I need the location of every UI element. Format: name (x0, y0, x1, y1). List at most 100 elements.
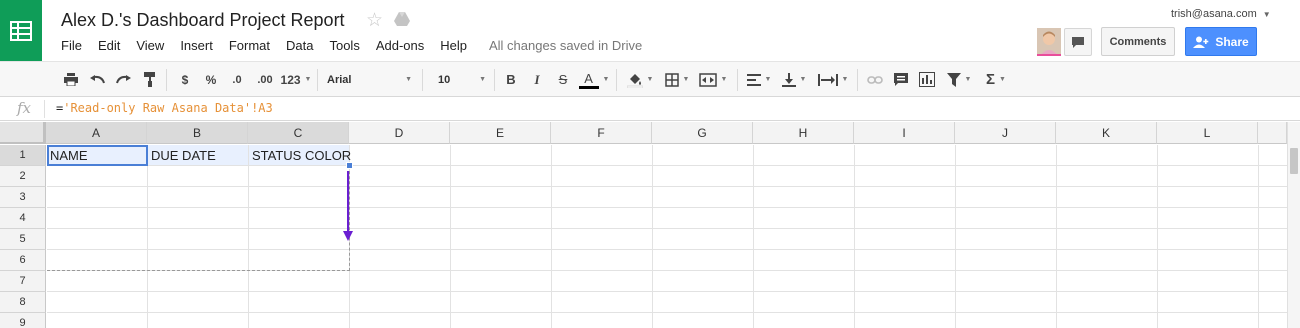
toolbar-divider (616, 69, 617, 91)
fill-handle[interactable] (346, 162, 353, 169)
toolbar-divider (494, 69, 495, 91)
percent-format-button[interactable]: % (203, 62, 219, 97)
chevron-down-icon: ▼ (720, 76, 728, 83)
row-header-4[interactable]: 4 (0, 208, 46, 229)
chevron-down-icon: ▼ (764, 76, 772, 83)
column-header-m[interactable] (1258, 122, 1287, 144)
horizontal-align-button[interactable]: ▼ (745, 62, 773, 97)
sheets-logo-icon[interactable] (0, 0, 42, 61)
merge-cells-icon (698, 72, 717, 87)
chevron-down-icon: ▼ (405, 76, 412, 83)
person-add-icon (1193, 36, 1209, 48)
avatar[interactable] (1037, 28, 1061, 56)
filter-button[interactable]: ▼ (943, 62, 975, 97)
column-header-l[interactable]: L (1157, 122, 1258, 144)
borders-button[interactable]: ▼ (662, 62, 692, 97)
cell-b1[interactable]: DUE DATE (151, 148, 216, 163)
row-header-8[interactable]: 8 (0, 292, 46, 313)
scrollbar-thumb[interactable] (1290, 148, 1298, 174)
menu-format[interactable]: Format (221, 37, 278, 54)
share-label: Share (1215, 34, 1249, 49)
column-header-h[interactable]: H (753, 122, 854, 144)
fill-color-button[interactable]: ▼ (624, 62, 656, 97)
row-header-9[interactable]: 9 (0, 313, 46, 328)
row-header-6[interactable]: 6 (0, 250, 46, 271)
currency-format-button[interactable]: $ (177, 62, 193, 97)
save-status[interactable]: All changes saved in Drive (489, 38, 642, 53)
paint-format-icon[interactable] (140, 62, 160, 97)
column-header-c[interactable]: C (248, 122, 349, 144)
increase-decimal-button[interactable]: .00 (253, 62, 277, 97)
strikethrough-button[interactable]: S (554, 62, 572, 97)
vertical-scrollbar[interactable] (1287, 122, 1300, 328)
text-color-button[interactable]: A ▼ (577, 62, 611, 97)
paint-bucket-icon (626, 73, 643, 88)
spreadsheet-app: Alex D.'s Dashboard Project Report ☆ Fil… (0, 0, 1300, 328)
cell-area[interactable]: NAME DUE DATE STATUS COLOR (47, 145, 1287, 328)
active-cell-a1[interactable] (47, 145, 148, 166)
row-header-7[interactable]: 7 (0, 271, 46, 292)
chevron-down-icon: ▼ (646, 76, 654, 83)
merge-cells-button[interactable]: ▼ (695, 62, 731, 97)
row-header-5[interactable]: 5 (0, 229, 46, 250)
gridline (1157, 145, 1158, 328)
drag-arrow-icon (343, 171, 353, 241)
column-header-a[interactable]: A (46, 122, 147, 144)
column-header-b[interactable]: B (147, 122, 248, 144)
account-switcher[interactable]: trish@asana.com ▼ (1171, 8, 1271, 20)
column-header-d[interactable]: D (349, 122, 450, 144)
number-format-dropdown[interactable]: 123 ▼ (278, 62, 314, 97)
menu-insert[interactable]: Insert (172, 37, 221, 54)
row-header-2[interactable]: 2 (0, 166, 46, 187)
insert-link-icon[interactable] (864, 62, 886, 97)
text-wrapping-button[interactable]: ▼ (815, 62, 851, 97)
share-button[interactable]: Share (1185, 27, 1257, 56)
functions-button[interactable]: Σ ▼ (981, 62, 1011, 97)
bold-button[interactable]: B (502, 62, 520, 97)
decrease-decimal-button[interactable]: .0 (226, 62, 248, 97)
chevron-down-icon: ▼ (964, 76, 972, 83)
cell-c1[interactable]: STATUS COLOR (252, 148, 351, 163)
column-header-e[interactable]: E (450, 122, 551, 144)
gridline (652, 145, 653, 328)
comments-button[interactable]: Comments (1101, 27, 1175, 56)
formula-input[interactable]: ='Read-only Raw Asana Data'!A3 (56, 101, 273, 115)
menu-file[interactable]: File (53, 37, 90, 54)
row-header-1[interactable]: 1 (0, 145, 46, 166)
gridline (1258, 145, 1259, 328)
row-header-3[interactable]: 3 (0, 187, 46, 208)
menu-addons[interactable]: Add-ons (368, 37, 432, 54)
star-icon[interactable]: ☆ (366, 9, 383, 32)
insert-chart-icon[interactable] (917, 62, 937, 97)
chevron-down-icon: ▼ (841, 76, 849, 83)
formula-reference: 'Read-only Raw Asana Data'!A3 (63, 101, 273, 115)
toolbar-divider (166, 69, 167, 91)
column-header-k[interactable]: K (1056, 122, 1157, 144)
select-all-corner[interactable] (0, 122, 46, 144)
column-header-i[interactable]: I (854, 122, 955, 144)
gridline (47, 312, 1287, 313)
gridline (551, 145, 552, 328)
menu-data[interactable]: Data (278, 37, 321, 54)
sheet-grid[interactable]: A B C D E F G H I J K L 1 2 3 4 5 6 7 8 … (0, 122, 1300, 328)
print-icon[interactable] (61, 62, 81, 97)
font-family-select[interactable]: Arial ▼ (327, 62, 412, 97)
column-header-j[interactable]: J (955, 122, 1056, 144)
insert-comment-icon[interactable] (891, 62, 911, 97)
column-header-g[interactable]: G (652, 122, 753, 144)
chevron-down-icon: ▼ (479, 76, 486, 83)
document-title[interactable]: Alex D.'s Dashboard Project Report (61, 10, 345, 31)
font-size-select[interactable]: 10 ▼ (438, 62, 486, 97)
undo-icon[interactable] (87, 62, 107, 97)
comment-history-button[interactable] (1064, 28, 1092, 56)
menu-tools[interactable]: Tools (321, 37, 367, 54)
column-header-f[interactable]: F (551, 122, 652, 144)
vertical-align-button[interactable]: ▼ (779, 62, 809, 97)
menu-help[interactable]: Help (432, 37, 475, 54)
redo-icon[interactable] (113, 62, 133, 97)
menu-view[interactable]: View (128, 37, 172, 54)
italic-button[interactable]: I (528, 62, 546, 97)
menu-edit[interactable]: Edit (90, 37, 128, 54)
toolbar-divider (857, 69, 858, 91)
move-to-folder-icon[interactable] (393, 11, 411, 32)
